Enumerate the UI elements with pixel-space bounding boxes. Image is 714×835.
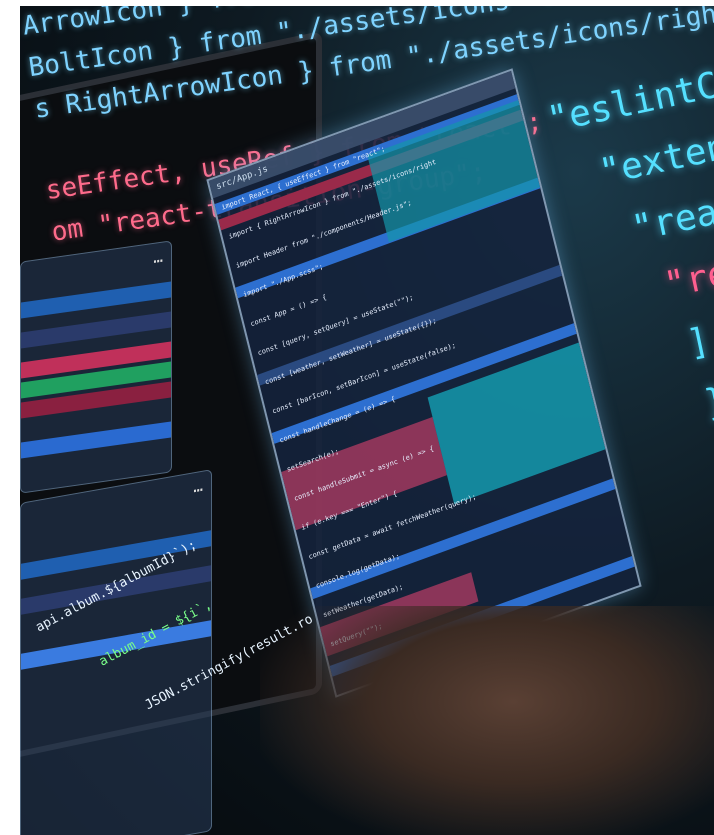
more-icon: … (153, 246, 163, 267)
typing-hand (260, 606, 714, 835)
left-floating-panel: … (20, 240, 172, 494)
photo-scene: ArrowIcon } from "./assets/icons/ BoltIc… (20, 6, 714, 835)
more-icon: … (193, 475, 203, 497)
